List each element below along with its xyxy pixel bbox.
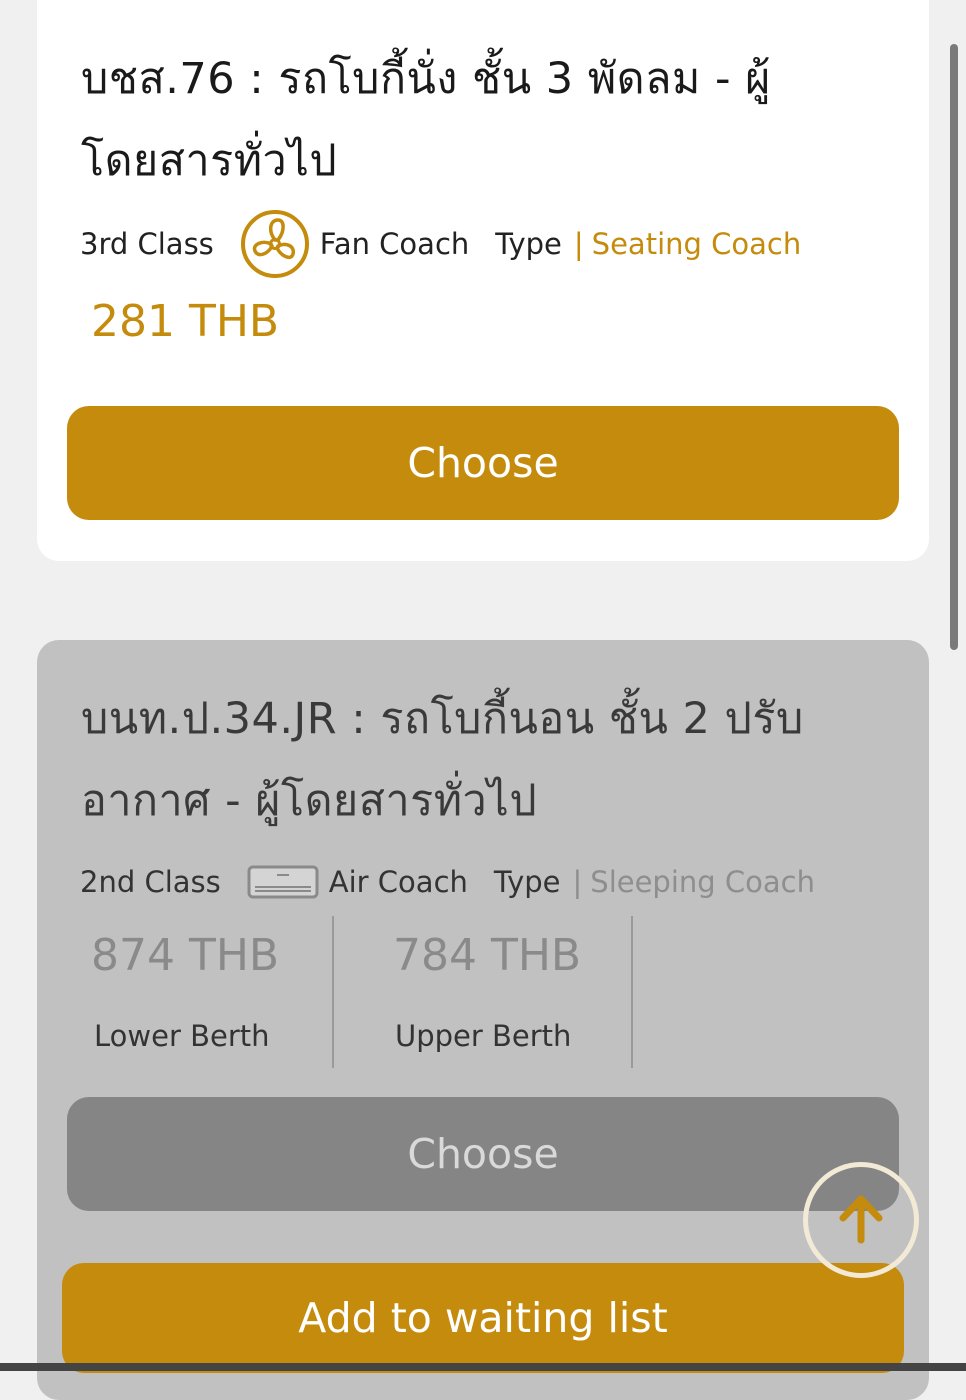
class-label: 3rd Class <box>80 227 214 261</box>
choose-button[interactable]: Choose <box>67 406 899 520</box>
coach-info-row: 3rd Class Fan Coach Type | Seating Coach <box>80 210 802 278</box>
type-value: Seating Coach <box>591 227 802 261</box>
coach-info-row: 2nd Class Air Coach Type | Sleeping Coac… <box>80 852 815 912</box>
type-value: Sleeping Coach <box>590 865 815 899</box>
coach-title: บนท.ป.34.JR : รถโบกี้นอน ชั้น 2 ปรับอากา… <box>81 694 804 826</box>
berth-label: Lower Berth <box>94 1019 270 1053</box>
type-separator: | <box>572 865 583 899</box>
scroll-to-top-button[interactable] <box>803 1162 919 1278</box>
coach-card-3rd-class: บชส.76 : รถโบกี้นั่ง ชั้น 3 พัดลม - ผู้โ… <box>37 0 929 561</box>
coach-type-label: Air Coach <box>328 865 468 899</box>
fan-icon <box>240 209 310 279</box>
price: 281 THB <box>91 296 280 347</box>
berth-price: 874 THB <box>91 930 280 981</box>
choose-button-disabled: Choose <box>67 1097 899 1211</box>
class-label: 2nd Class <box>80 865 221 899</box>
berth-option-lower: 874 THB Lower Berth <box>37 916 335 1068</box>
scrollbar[interactable] <box>950 44 958 650</box>
berth-option-upper: 784 THB Upper Berth <box>335 916 633 1068</box>
type-label: Type <box>493 865 561 899</box>
type-separator: | <box>573 227 584 261</box>
arrow-up-icon <box>831 1188 891 1252</box>
air-conditioner-icon <box>247 865 319 899</box>
divider <box>631 916 633 1068</box>
type-label: Type <box>495 227 562 261</box>
coach-title: บชส.76 : รถโบกี้นั่ง ชั้น 3 พัดลม - ผู้โ… <box>81 54 771 186</box>
add-to-waiting-list-button[interactable]: Add to waiting list <box>62 1263 904 1373</box>
coach-type-label: Fan Coach <box>319 227 470 261</box>
bottom-edge <box>0 1363 966 1371</box>
divider <box>332 916 334 1068</box>
berth-price: 784 THB <box>393 930 582 981</box>
berth-price-list: 874 THB Lower Berth 784 THB Upper Berth <box>37 916 929 1068</box>
berth-label: Upper Berth <box>395 1019 572 1053</box>
